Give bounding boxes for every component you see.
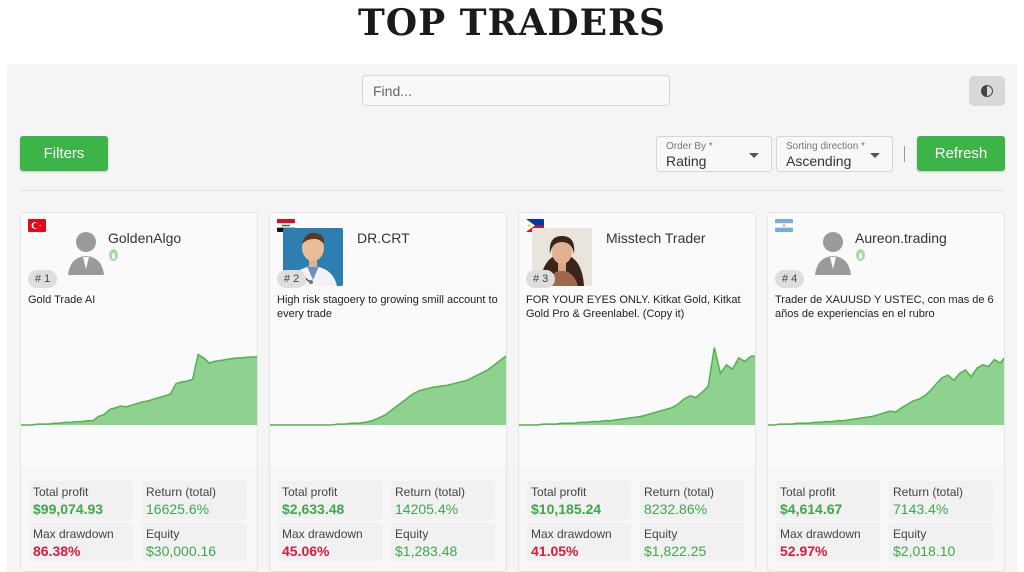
stat-label: Max drawdown xyxy=(531,527,612,541)
stat-label: Equity xyxy=(644,527,678,541)
return-stat: Return (total) 7143.4% xyxy=(889,481,993,519)
sorting-direction-value: Ascending xyxy=(786,153,852,169)
max-drawdown-value: 41.05% xyxy=(531,543,579,559)
user-avatar-icon xyxy=(815,232,851,275)
trader-card[interactable]: # 2 DR.CRT High risk stagoery to growing… xyxy=(269,212,507,572)
toolbar-divider xyxy=(904,146,905,162)
trader-name[interactable]: GoldenAlgo xyxy=(108,230,181,246)
stat-label: Max drawdown xyxy=(282,527,363,541)
argentina-flag-icon xyxy=(775,219,793,232)
return-value: 7143.4% xyxy=(893,501,949,517)
stats-panel: Total profit $2,633.48 Return (total) 14… xyxy=(270,465,506,571)
trader-name[interactable]: Misstech Trader xyxy=(606,230,706,246)
stat-label: Return (total) xyxy=(146,485,217,499)
stat-label: Max drawdown xyxy=(33,527,114,541)
equity-stat: Equity $2,018.10 xyxy=(889,523,993,561)
trader-card[interactable]: # 1 GoldenAlgo Gold Trade AI Total profi… xyxy=(20,212,258,572)
trader-card[interactable]: # 3 Misstech Trader FOR YOUR EYES ONLY. … xyxy=(518,212,756,572)
stat-label: Total profit xyxy=(33,485,89,499)
stat-label: Max drawdown xyxy=(780,527,861,541)
stats-panel: Total profit $4,614.67 Return (total) 71… xyxy=(768,465,1004,571)
max-drawdown-value: 45.06% xyxy=(282,543,330,559)
chevron-down-icon xyxy=(749,153,759,158)
theme-toggle-button[interactable] xyxy=(969,76,1005,106)
page-title: TOP TRADERS xyxy=(358,2,666,44)
total-profit-stat: Total profit $4,614.67 xyxy=(776,481,880,519)
filters-button[interactable]: Filters xyxy=(20,136,108,171)
rank-badge: # 1 xyxy=(28,270,58,288)
rank-badge: # 4 xyxy=(775,270,805,288)
stat-label: Total profit xyxy=(282,485,338,499)
return-value: 8232.86% xyxy=(644,501,708,517)
total-profit-value: $2,633.48 xyxy=(282,501,345,517)
return-stat: Return (total) 8232.86% xyxy=(640,481,744,519)
equity-value: $30,000.16 xyxy=(146,543,217,559)
trader-name[interactable]: Aureon.trading xyxy=(855,230,947,246)
max-drawdown-stat: Max drawdown 52.97% xyxy=(776,523,880,561)
equity-value: $2,018.10 xyxy=(893,543,956,559)
order-by-select[interactable]: Order By * Rating xyxy=(656,136,772,172)
equity-chart xyxy=(270,355,506,426)
trader-description: Gold Trade AI xyxy=(28,294,96,306)
contrast-icon xyxy=(981,85,993,97)
drop-icon xyxy=(856,249,865,261)
drop-icon xyxy=(109,249,118,261)
sorting-direction-select[interactable]: Sorting direction * Ascending xyxy=(776,136,893,172)
turkey-flag-icon xyxy=(28,219,46,232)
return-value: 14205.4% xyxy=(395,501,459,517)
total-profit-value: $99,074.93 xyxy=(33,501,104,517)
equity-value: $1,283.48 xyxy=(395,543,458,559)
rank-badge: # 3 xyxy=(526,270,556,288)
total-profit-stat: Total profit $10,185.24 xyxy=(527,481,631,519)
stat-label: Equity xyxy=(395,527,429,541)
trader-description: FOR YOUR EYES ONLY. Kitkat Gold, Kitkat … xyxy=(526,294,741,320)
equity-chart xyxy=(21,353,257,426)
trader-description: High risk stagoery to growing smill acco… xyxy=(277,294,498,320)
order-by-value: Rating xyxy=(666,153,707,169)
return-stat: Return (total) 16625.6% xyxy=(142,481,246,519)
stat-label: Total profit xyxy=(780,485,836,499)
refresh-button[interactable]: Refresh xyxy=(917,136,1005,171)
return-stat: Return (total) 14205.4% xyxy=(391,481,495,519)
total-profit-stat: Total profit $2,633.48 xyxy=(278,481,382,519)
stat-label: Return (total) xyxy=(893,485,964,499)
stats-panel: Total profit $99,074.93 Return (total) 1… xyxy=(21,465,257,571)
traders-panel: Filters Order By * Rating Sorting direct… xyxy=(7,64,1017,572)
trader-name[interactable]: DR.CRT xyxy=(357,230,410,246)
divider xyxy=(20,190,1005,191)
equity-area xyxy=(21,354,257,425)
total-profit-stat: Total profit $99,074.93 xyxy=(29,481,133,519)
order-by-label: Order By * xyxy=(666,141,713,152)
stat-label: Return (total) xyxy=(395,485,466,499)
equity-value: $1,822.25 xyxy=(644,543,707,559)
stat-label: Return (total) xyxy=(644,485,715,499)
stat-label: Equity xyxy=(146,527,180,541)
equity-chart xyxy=(768,357,1004,426)
stat-label: Total profit xyxy=(531,485,587,499)
trader-card[interactable]: # 4 Aureon.trading Trader de XAUUSD Y US… xyxy=(767,212,1005,572)
return-value: 16625.6% xyxy=(146,501,210,517)
equity-area xyxy=(270,355,506,425)
equity-stat: Equity $1,822.25 xyxy=(640,523,744,561)
trader-description: Trader de XAUUSD Y USTEC, con mas de 6 a… xyxy=(775,294,994,320)
max-drawdown-stat: Max drawdown 41.05% xyxy=(527,523,631,561)
max-drawdown-stat: Max drawdown 45.06% xyxy=(278,523,382,561)
search-input[interactable] xyxy=(362,75,670,106)
equity-stat: Equity $30,000.16 xyxy=(142,523,246,561)
max-drawdown-stat: Max drawdown 86.38% xyxy=(29,523,133,561)
equity-chart xyxy=(519,347,755,426)
equity-stat: Equity $1,283.48 xyxy=(391,523,495,561)
equity-area xyxy=(768,358,1004,425)
stat-label: Equity xyxy=(893,527,927,541)
chevron-down-icon xyxy=(870,153,880,158)
total-profit-value: $10,185.24 xyxy=(531,501,602,517)
rank-badge: # 2 xyxy=(277,270,307,288)
max-drawdown-value: 86.38% xyxy=(33,543,81,559)
equity-area xyxy=(519,347,755,425)
max-drawdown-value: 52.97% xyxy=(780,543,828,559)
sorting-direction-label: Sorting direction * xyxy=(786,141,865,152)
total-profit-value: $4,614.67 xyxy=(780,501,843,517)
user-avatar-icon xyxy=(68,232,104,275)
stats-panel: Total profit $10,185.24 Return (total) 8… xyxy=(519,465,755,571)
